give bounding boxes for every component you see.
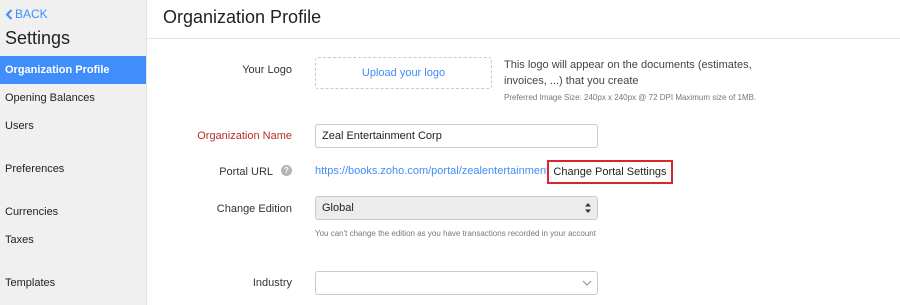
industry-select[interactable] [315,271,598,295]
help-icon[interactable]: ? [281,165,292,176]
page-title: Organization Profile [163,7,322,27]
organization-name-input[interactable]: Zeal Entertainment Corp [315,124,598,148]
main-content: Organization Profile Your Logo Upload yo… [147,0,900,305]
sidebar-item-preferences[interactable]: Preferences [0,155,146,183]
logo-label: Your Logo [242,64,292,76]
organization-name-label: Organization Name [197,130,292,142]
sidebar-item-organization-profile[interactable]: Organization Profile [0,56,146,84]
chevron-down-icon [582,280,592,286]
sidebar-item-opening-balances[interactable]: Opening Balances [0,84,146,112]
sidebar-item-users[interactable]: Users [0,112,146,140]
sidebar-item-templates[interactable]: Templates [0,269,146,297]
change-portal-settings-label: Change Portal Settings [553,166,667,178]
back-label: BACK [15,7,48,21]
page-header: Organization Profile [147,0,900,39]
chevron-left-icon [5,8,13,20]
change-portal-settings-button[interactable]: Change Portal Settings [547,160,673,184]
edition-value: Global [322,202,354,214]
portal-url-label: Portal URL [219,166,273,178]
edition-note: You can't change the edition as you have… [315,229,596,238]
sidebar-item-currencies[interactable]: Currencies [0,198,146,226]
logo-hint: Preferred Image Size: 240px x 240px @ 72… [504,93,757,102]
sidebar-title: Settings [5,28,71,48]
back-link[interactable]: BACK [5,7,48,21]
upload-logo-button[interactable]: Upload your logo [315,57,492,89]
settings-sidebar: BACK Settings Organization Profile Openi… [0,0,147,305]
industry-label: Industry [252,277,292,289]
select-arrows-icon [585,203,591,213]
change-edition-label: Change Edition [216,203,292,215]
upload-logo-label: Upload your logo [361,67,446,79]
portal-url-link[interactable]: https://books.zoho.com/portal/zealentert… [315,165,549,177]
edition-select[interactable]: Global [315,196,598,220]
logo-note: This logo will appear on the documents (… [504,59,752,87]
sidebar-item-taxes[interactable]: Taxes [0,226,146,254]
